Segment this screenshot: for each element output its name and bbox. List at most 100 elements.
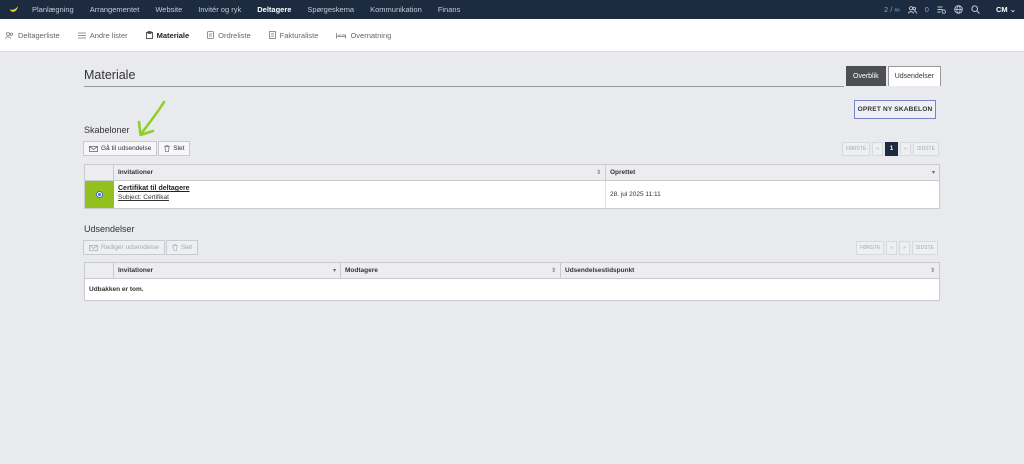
trash-icon [164, 145, 170, 152]
sendouts-section-title: Udsendelser [84, 224, 135, 234]
pager-last-button[interactable]: SIDSTE [911, 241, 938, 255]
template-title-link[interactable]: Certifikat til deltagere [118, 185, 605, 192]
bed-icon [336, 32, 347, 38]
tab-udsendelser[interactable]: Udsendelser [887, 66, 941, 86]
column-label: Oprettet [610, 169, 636, 176]
list-icon [77, 32, 86, 38]
pager-next-button[interactable]: » [899, 241, 910, 255]
template-subject[interactable]: Subject: Certifikat [118, 194, 605, 201]
main-menu: Planlægning Arrangementet Website Invité… [24, 0, 468, 19]
edit-sendout-button[interactable]: Redigér udsendelse [83, 240, 165, 255]
column-label: Invitationer [118, 267, 154, 274]
pager-current-page[interactable]: 1 [885, 142, 899, 156]
menu-item-spoergeskema[interactable]: Spørgeskema [307, 5, 354, 14]
globe-icon[interactable] [954, 5, 963, 14]
button-label: Slet [173, 145, 185, 152]
pager-next-button[interactable]: » [900, 142, 911, 156]
templates-section-title: Skabeloner [84, 125, 130, 135]
subnav-materiale[interactable]: Materiale [145, 30, 190, 40]
create-template-button[interactable]: OPRET NY SKABELON [854, 100, 936, 119]
column-header-udsendelsestidspunkt[interactable]: Udsendelsestidspunkt ⇕ [561, 263, 939, 278]
subnav-overnatning[interactable]: Overnatning [336, 31, 391, 40]
task-list-icon[interactable] [937, 6, 946, 14]
subnav-fakturaliste[interactable]: Fakturaliste [268, 30, 319, 40]
sub-navigation: Deltagerliste Andre lister Materiale Ord… [0, 19, 1024, 52]
top-navigation-bar: Planlægning Arrangementet Website Invité… [0, 0, 1024, 19]
menu-item-planlaegning[interactable]: Planlægning [32, 5, 74, 14]
table-row[interactable]: Certifikat til deltagere Subject: Certif… [85, 181, 939, 208]
table-header: Invitationer ▾ Modtagere ⇕ Udsendelsestids… [85, 263, 939, 279]
banana-logo-icon[interactable] [8, 3, 19, 14]
column-header-invitationer[interactable]: Invitationer ⇕ [114, 165, 606, 180]
menu-item-finans[interactable]: Finans [438, 5, 461, 14]
sendouts-toolbar: Redigér udsendelse Slet [83, 240, 199, 255]
document-icon [268, 31, 276, 39]
button-label: Slet [180, 244, 193, 251]
sendouts-table: Invitationer ▾ Modtagere ⇕ Udsendelsestids… [84, 262, 940, 301]
search-icon[interactable] [971, 5, 980, 14]
column-header-modtagere[interactable]: Modtagere ⇕ [341, 263, 561, 278]
pager-prev-button[interactable]: « [886, 241, 898, 255]
receipt-icon [207, 31, 215, 39]
tab-overblik[interactable]: Overblik [846, 66, 886, 86]
templates-toolbar: Gå til udsendelse Slet [83, 141, 191, 156]
button-label: Redigér udsendelse [101, 244, 159, 251]
menu-item-deltagere[interactable]: Deltagere [257, 5, 291, 14]
title-divider [84, 86, 844, 87]
table-header: Invitationer ⇕ Oprettet ▾ [85, 165, 939, 181]
go-to-sendout-button[interactable]: Gå til udsendelse [83, 141, 158, 156]
row-select-cell[interactable] [85, 181, 114, 208]
select-column-header [85, 263, 114, 278]
participants-icon[interactable] [907, 5, 917, 14]
pager-first-button[interactable]: FØRSTE [842, 142, 871, 156]
subnav-label: Overnatning [350, 30, 392, 40]
created-cell: 28. jul 2025 11:11 [610, 191, 661, 198]
select-column-header [85, 165, 114, 180]
view-tabs: Overblik Udsendelser [844, 66, 941, 86]
sort-desc-icon: ▾ [931, 170, 935, 176]
templates-pager: FØRSTE « 1 » SIDSTE [840, 142, 939, 156]
delete-template-button[interactable]: Slet [158, 141, 191, 156]
task-count[interactable]: 0 [925, 5, 929, 14]
subnav-label: Ordreliste [218, 30, 251, 40]
menu-item-inviter-og-ryk[interactable]: Invitér og ryk [198, 5, 241, 14]
pager-prev-button[interactable]: « [872, 142, 884, 156]
page-title: Materiale [84, 68, 136, 82]
user-menu[interactable]: CM ⌄ [996, 5, 1016, 14]
row-radio-button[interactable] [96, 191, 103, 198]
subnav-label: Materiale [156, 30, 190, 40]
pager-last-button[interactable]: SIDSTE [912, 142, 939, 156]
subnav-label: Deltagerliste [18, 30, 60, 40]
people-icon [5, 31, 13, 39]
pager-first-button[interactable]: FØRSTE [856, 241, 885, 255]
column-header-oprettet[interactable]: Oprettet ▾ [606, 165, 939, 180]
templates-table: Invitationer ⇕ Oprettet ▾ Certifikat til d… [84, 164, 940, 209]
annotation-arrow-icon [137, 100, 166, 137]
sort-icon: ⇕ [929, 268, 935, 274]
top-right-tools: 2 / ∞ 0 CM ⌄ [884, 0, 1016, 19]
column-header-invitationer[interactable]: Invitationer ▾ [114, 263, 341, 278]
envelope-icon [89, 244, 98, 251]
envelope-icon [89, 145, 98, 152]
invitation-cell: Certifikat til deltagere Subject: Certif… [114, 181, 606, 208]
subnav-deltagerliste[interactable]: Deltagerliste [5, 31, 60, 40]
chevron-down-icon: ⌄ [1009, 5, 1016, 14]
menu-item-kommunikation[interactable]: Kommunikation [370, 5, 422, 14]
column-label: Modtagere [345, 267, 378, 274]
subnav-label: Fakturaliste [279, 30, 319, 40]
subnav-ordreliste[interactable]: Ordreliste [207, 31, 251, 40]
trash-icon [172, 244, 178, 251]
file-box-icon [145, 31, 153, 39]
column-label: Invitationer [118, 169, 154, 176]
user-initials: CM [995, 5, 1008, 14]
delete-sendout-button[interactable]: Slet [165, 240, 199, 255]
subnav-andre-lister[interactable]: Andre lister [77, 30, 128, 40]
sort-desc-icon: ▾ [332, 268, 336, 274]
subnav-label: Andre lister [89, 30, 128, 40]
sort-icon: ⇕ [595, 170, 601, 176]
menu-item-arrangementet[interactable]: Arrangementet [90, 5, 140, 14]
participant-count[interactable]: 2 / ∞ [884, 5, 900, 14]
menu-item-website[interactable]: Website [155, 5, 182, 14]
column-label: Udsendelsestidspunkt [565, 267, 635, 274]
button-label: Gå til udsendelse [101, 145, 152, 152]
